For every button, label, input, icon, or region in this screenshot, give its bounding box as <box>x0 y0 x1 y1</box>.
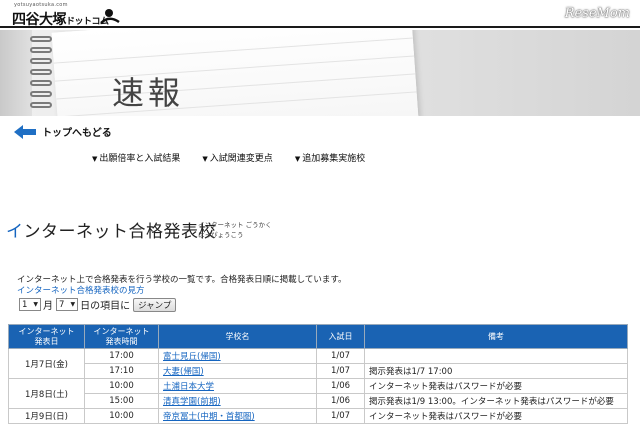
cell-exam-date: 1/06 <box>316 378 365 394</box>
month-value: 1 <box>22 299 28 310</box>
anchor-label: 出願倍率と入試結果 <box>99 154 181 164</box>
cell-time: 10:00 <box>84 408 159 424</box>
anchor-nav: ▼ 出願倍率と入試結果 ▼ 入試関連変更点 ▼ 追加募集実施校 <box>92 151 365 164</box>
back-label: トップへもどる <box>42 128 112 139</box>
cell-note: 掲示発表は1/7 17:00 <box>364 363 628 379</box>
table-header-row: インターネット 発表日 インターネット 発表時間 学校名 入試日 備考 <box>8 324 628 349</box>
furigana-line: インターネット ごうかく <box>198 221 272 229</box>
cell-note: 掲示発表は1/9 13:00。インターネット発表はパスワードが必要 <box>364 393 628 409</box>
anchor-link-changes[interactable]: ▼ 入試関連変更点 <box>202 151 272 164</box>
heading-furigana: インターネット ごうかく はっぴょうこう <box>198 220 272 240</box>
month-select[interactable]: 1 ▼ <box>19 298 42 311</box>
cell-exam-date: 1/07 <box>316 363 365 379</box>
triangle-down-icon: ▼ <box>202 155 208 163</box>
anchor-link-additional[interactable]: ▼ 追加募集実施校 <box>295 151 365 164</box>
table-row: 1月7日(金) 17:00 富士見丘(帰国) 1/07 <box>8 348 628 379</box>
table-row: 15:00 清真学園(前期) 1/06 掲示発表は1/9 13:00。インターネ… <box>9 393 628 409</box>
hero-banner: 速報 <box>0 30 640 116</box>
cell-time: 10:00 <box>84 378 159 394</box>
cell-school: 土浦日本大学 <box>158 378 317 394</box>
cell-school: 清真学園(前期) <box>158 393 317 409</box>
anchor-label: 追加募集実施校 <box>302 154 366 164</box>
watermark: ReseMom <box>564 6 630 21</box>
cell-time: 15:00 <box>84 393 159 409</box>
anchor-link-results[interactable]: ▼ 出願倍率と入試結果 <box>92 151 180 164</box>
cell-note: インターネット発表はパスワードが必要 <box>364 408 628 424</box>
site-logo[interactable]: 四谷大塚ドットコム <box>12 9 109 29</box>
cell-exam-date: 1/07 <box>316 408 365 424</box>
day-suffix: 日の項目に <box>80 301 131 312</box>
school-link[interactable]: 富士見丘(帰国) <box>163 352 221 362</box>
column-header: インターネット 発表日 <box>8 324 85 349</box>
results-table: インターネット 発表日 インターネット 発表時間 学校名 入試日 備考 1月7日(金… <box>8 324 628 424</box>
day-select[interactable]: 7 ▼ <box>56 298 79 311</box>
chevron-down-icon: ▼ <box>33 301 39 308</box>
school-link[interactable]: 清真学園(前期) <box>163 397 221 407</box>
school-link[interactable]: 土浦日本大学 <box>163 382 214 392</box>
cell-exam-date: 1/07 <box>316 348 365 364</box>
table-row: 1月9日(日) 10:00 帝京冨士(中期・首都圏) 1/07 インターネット発… <box>8 408 628 424</box>
cell-school: 帝京冨士(中期・首都圏) <box>158 408 317 424</box>
school-link[interactable]: 帝京冨士(中期・首都圏) <box>163 412 255 422</box>
furigana-line: はっぴょうこう <box>198 231 244 239</box>
heading-initial: イ <box>6 222 24 242</box>
column-header: インターネット 発表時間 <box>84 324 159 349</box>
logo-subtext: yotsuyaotsuka.com <box>14 2 68 8</box>
table-row: 1月8日(土) 10:00 土浦日本大学 1/06 インターネット発表はパスワー… <box>8 378 628 409</box>
column-header: 入試日 <box>316 324 365 349</box>
cell-exam-date: 1/06 <box>316 393 365 409</box>
month-suffix: 月 <box>43 301 54 312</box>
school-link[interactable]: 大妻(帰国) <box>163 367 204 377</box>
notebook-image <box>51 30 419 116</box>
page-title: 速報 <box>112 74 185 112</box>
header-text: インターネット 発表時間 <box>93 326 150 346</box>
table-row: 17:10 大妻(帰国) 1/07 掲示発表は1/7 17:00 <box>9 363 628 379</box>
cell-date: 1月8日(土) <box>8 378 85 409</box>
help-link[interactable]: インターネット合格発表校の見方 <box>17 284 145 296</box>
cell-date: 1月7日(金) <box>8 348 85 379</box>
header-text: インターネット 発表日 <box>18 326 75 346</box>
hero-edge <box>0 30 32 116</box>
left-arrow-icon <box>14 124 36 139</box>
cell-note: インターネット発表はパスワードが必要 <box>364 378 628 394</box>
site-header: yotsuyaotsuka.com 四谷大塚ドットコム ReseMom <box>0 0 640 28</box>
cell-note <box>364 348 628 364</box>
column-header: 備考 <box>364 324 628 349</box>
cell-date: 1月9日(日) <box>8 408 85 424</box>
column-header: 学校名 <box>158 324 317 349</box>
logo-mark-icon <box>100 9 120 24</box>
cell-school: 大妻(帰国) <box>158 363 317 379</box>
cell-school: 富士見丘(帰国) <box>158 348 317 364</box>
spiral-rings <box>30 36 60 116</box>
triangle-down-icon: ▼ <box>92 155 98 163</box>
chevron-down-icon: ▼ <box>70 301 76 308</box>
triangle-down-icon: ▼ <box>294 155 301 163</box>
day-value: 7 <box>59 299 65 310</box>
cell-time: 17:00 <box>84 348 159 364</box>
anchor-label: 入試関連変更点 <box>209 154 273 164</box>
cell-time: 17:10 <box>84 363 159 379</box>
back-to-top-link[interactable]: トップへもどる <box>14 124 112 139</box>
jump-button[interactable]: ジャンプ <box>133 297 177 312</box>
date-jump-form: 1 ▼ 月 7 ▼ 日の項目に ジャンプ <box>17 297 177 312</box>
section-heading: インターネット合格発表校 <box>6 217 216 242</box>
logo-main: 四谷大塚 <box>12 12 67 28</box>
heading-rest: ンターネット合格発表校 <box>23 222 216 242</box>
